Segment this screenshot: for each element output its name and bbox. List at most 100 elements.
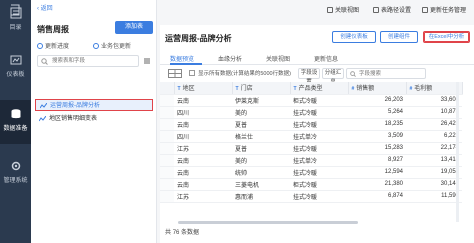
row-number-cell	[160, 190, 174, 203]
list-filter-icon[interactable]	[143, 57, 151, 65]
number-field-icon: #	[351, 86, 355, 93]
main-area: 关联视图 表路径设置 更新任务管理 运营周报-品牌分析 创建仪表板 创建组件 在…	[157, 0, 474, 243]
tool-label: 关联视图	[335, 8, 360, 14]
table-vertical-scrollbar[interactable]	[456, 82, 459, 222]
table-cell: 江苏	[174, 190, 232, 203]
column-header-label: 毛利额	[414, 86, 433, 93]
text-field-icon: T	[293, 86, 297, 93]
row-number-cell	[160, 154, 174, 167]
table-search[interactable]	[37, 55, 139, 67]
table-cell: 19,052	[406, 166, 462, 179]
field-search[interactable]	[346, 68, 426, 79]
table-row[interactable]: 四川 美的 挂式冷暖 5,264 10,875	[160, 106, 462, 119]
back-link[interactable]: ‹ 返回	[37, 3, 53, 12]
table-header-row: T 地区 T 门店 T 产品类型 # 销售额 # 毛利额	[160, 82, 463, 95]
table-horizontal-scrollbar[interactable]	[178, 221, 358, 224]
tab-lineage[interactable]: 血缘分析	[218, 54, 242, 63]
create-component-button[interactable]: 创建组件	[380, 31, 418, 43]
table-cell: 挂式单冷	[290, 130, 348, 143]
footer-count: 76	[172, 230, 180, 236]
table-cell: 云南	[174, 118, 232, 131]
business-package-update-label: 业务包更新	[101, 44, 132, 50]
table-cell: 21,380	[348, 178, 406, 191]
table-cell: 挂式冷暖	[290, 166, 348, 179]
column-header[interactable]: T 门店	[232, 82, 291, 95]
tool-update-task[interactable]: 更新任务管理	[422, 5, 466, 14]
rail-item-label: 仪表板	[6, 72, 25, 78]
panel-title: 销售周报	[37, 25, 69, 34]
rail-item-label: 数据准备	[3, 126, 28, 132]
table-cell: 美的	[232, 106, 290, 119]
number-field-icon: #	[409, 86, 413, 93]
table-cell: 10,875	[406, 106, 462, 119]
table-row[interactable]: 云南 三菱电机 柜式冷暖 21,380 30,146	[160, 178, 462, 191]
field-setting-button[interactable]: 字段设置	[298, 68, 320, 85]
table-cell: 三菱电机	[232, 178, 290, 191]
table-row[interactable]: 云南 伊莱克斯 柜式冷暖 26,203 33,603	[160, 94, 462, 107]
table-cell: 26,429	[406, 118, 462, 131]
table-cell: 柜式冷暖	[290, 94, 348, 107]
update-progress-link[interactable]: 更新进度	[37, 41, 69, 50]
table-search-input[interactable]	[38, 56, 138, 66]
tree-item-region-sales[interactable]: 地区销售明细变表	[35, 113, 153, 125]
search-icon	[350, 71, 356, 77]
tool-relation-view[interactable]: 关联视图	[327, 5, 359, 14]
table-cell: 云南	[174, 94, 232, 107]
group-summary-button[interactable]: 分组汇总	[322, 68, 344, 85]
table-cell: 云南	[174, 154, 232, 167]
dashboard-icon	[10, 55, 21, 65]
rail-item-label: 管理系统	[3, 178, 28, 184]
rail-item-data-prep[interactable]: 数据准备	[0, 100, 31, 144]
row-number-cell	[160, 106, 174, 119]
table-cell: 挂式冷暖	[290, 142, 348, 155]
tab-update-info[interactable]: 更新信息	[314, 54, 338, 63]
tab-relation-view[interactable]: 关联视图	[266, 54, 290, 63]
data-preview-table: T 地区 T 门店 T 产品类型 # 销售额 # 毛利额 云南 伊莱克斯 柜式冷暖 26,203…	[160, 82, 463, 203]
column-header-label: 销售额	[356, 86, 375, 93]
column-header[interactable]: # 销售额	[348, 82, 407, 95]
add-table-button[interactable]: 添加表	[115, 21, 153, 34]
column-header-label: 产品类型	[298, 86, 323, 93]
table-row[interactable]: 江苏 惠而浦 挂式冷暖 6,874 11,590	[160, 190, 462, 203]
table-cell: 15,283	[348, 142, 406, 155]
table-row[interactable]: 江苏 夏普 挂式冷暖 15,283 22,174	[160, 142, 462, 155]
text-field-icon: T	[177, 86, 181, 93]
table-cell: 夏普	[232, 142, 290, 155]
row-number-cell	[160, 142, 174, 155]
table-cell: 江苏	[174, 142, 232, 155]
path-setting-icon	[373, 7, 379, 13]
table-cell: 云南	[174, 166, 232, 179]
business-package-update-link[interactable]: 业务包更新	[93, 41, 131, 50]
table-cell: 格兰仕	[232, 130, 290, 143]
show-all-checkbox[interactable]	[189, 70, 195, 76]
table-cell: 26,203	[348, 94, 406, 107]
show-all-label: 显示所有数据(计算结果的5000行数据)	[198, 71, 291, 77]
table-cell: 四川	[174, 106, 232, 119]
column-header[interactable]: T 产品类型	[290, 82, 349, 95]
table-row[interactable]: 四川 格兰仕 挂式单冷 3,509 6,221	[160, 130, 462, 143]
tool-path-setting[interactable]: 表路径设置	[373, 5, 411, 14]
table-row[interactable]: 云南 夏普 挂式冷暖 18,235 26,429	[160, 118, 462, 131]
table-cell: 惠而浦	[232, 190, 290, 203]
table-cell: 30,146	[406, 178, 462, 191]
tool-label: 更新任务管理	[430, 8, 467, 14]
refresh-icon	[93, 43, 99, 49]
tree-item-brand-analysis[interactable]: 运营周报-品牌分析	[35, 99, 153, 111]
table-row[interactable]: 云南 统帅 挂式冷暖 12,594 19,052	[160, 166, 462, 179]
rail-item-dashboard[interactable]: 仪表板	[0, 49, 31, 89]
open-in-excel-button[interactable]: 在Excel中分析	[423, 31, 470, 43]
table-icon[interactable]	[168, 69, 182, 78]
footer-suffix: 条数据	[181, 230, 200, 236]
gear-icon	[11, 161, 20, 171]
table-cell: 云南	[174, 178, 232, 191]
column-header[interactable]: T 地区	[174, 82, 233, 95]
table-row[interactable]: 云南 美的 挂式单冷 8,927 13,418	[160, 154, 462, 167]
field-search-input[interactable]	[347, 69, 425, 78]
tab-data-preview[interactable]: 数据预览	[170, 54, 194, 63]
column-header[interactable]: # 毛利额	[406, 82, 463, 95]
create-dashboard-button[interactable]: 创建仪表板	[332, 31, 376, 43]
column-header-label: 门店	[240, 86, 253, 93]
rail-item-admin[interactable]: 管理系统	[0, 155, 31, 195]
column-header-label: 地区	[182, 86, 195, 93]
rail-item-catalog[interactable]: 目录	[0, 2, 31, 42]
